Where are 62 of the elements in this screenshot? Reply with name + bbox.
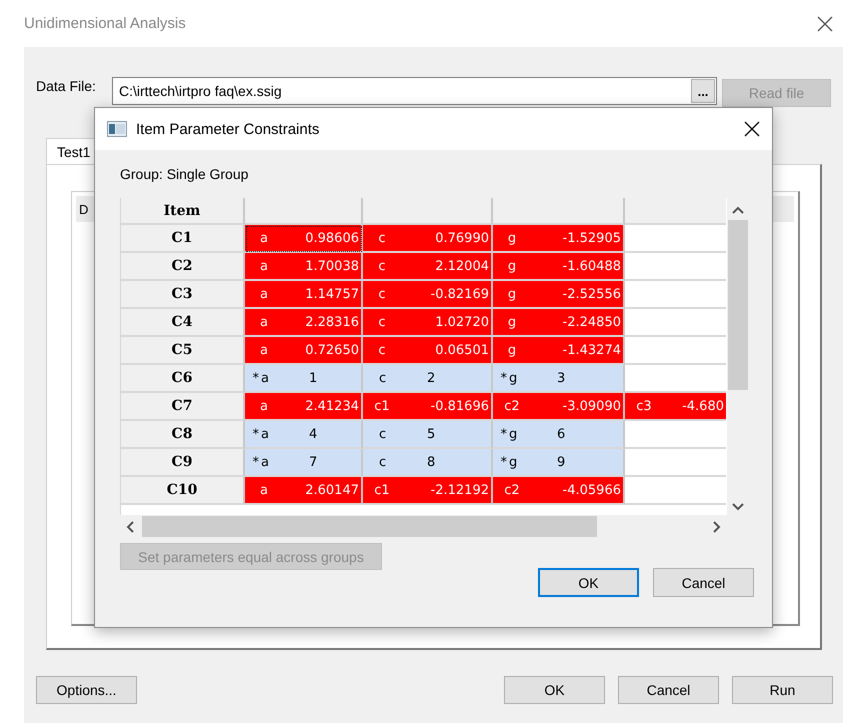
table-cell[interactable]: *a 1 <box>245 365 363 393</box>
scroll-down-icon[interactable] <box>732 503 744 511</box>
scroll-right-icon[interactable] <box>713 520 721 532</box>
dialog-title: Item Parameter Constraints <box>136 120 320 138</box>
row-header: C3 <box>121 281 245 309</box>
table-cell[interactable]: *a 4 <box>245 421 363 449</box>
table-cell[interactable]: g -1.60488 <box>493 253 625 281</box>
row-header: C8 <box>121 421 245 449</box>
table-cell[interactable]: a 2.41234 <box>245 393 363 421</box>
row-header: C1 <box>121 225 245 253</box>
table-cell[interactable]: *g 3 <box>493 365 625 393</box>
dialog-button[interactable]: OK <box>504 676 605 704</box>
table-cell[interactable]: g -1.52905 <box>493 225 625 253</box>
table-cell[interactable]: c 1.02720 <box>363 309 493 337</box>
table-cell[interactable]: c3 -4.680 <box>625 393 726 421</box>
table-cell[interactable]: c 0.06501 <box>363 337 493 365</box>
table-cell[interactable]: g -1.43274 <box>493 337 625 365</box>
table-cell[interactable]: a 0.72650 <box>245 337 363 365</box>
table-cell[interactable]: c1 -0.81696 <box>363 393 493 421</box>
scroll-up-icon[interactable] <box>732 206 744 214</box>
dialog-button[interactable]: OK <box>538 568 639 597</box>
table-cell[interactable]: a 2.60147 <box>245 477 363 505</box>
table-cell[interactable]: a 0.98606 <box>245 225 363 253</box>
browse-button[interactable]: ... <box>691 79 715 103</box>
row-header: C2 <box>121 253 245 281</box>
close-icon[interactable] <box>817 16 833 32</box>
table-cell[interactable]: c2 -4.05966 <box>493 477 625 505</box>
table-cell[interactable]: *g 6 <box>493 421 625 449</box>
table-cell[interactable]: *a 7 <box>245 449 363 477</box>
data-file-field[interactable]: C:\irttech\irtpro faq\ex.ssig ... <box>112 77 717 105</box>
dialog-button[interactable]: Run <box>732 676 833 704</box>
data-file-label: Data File: <box>36 77 97 94</box>
row-header: C4 <box>121 309 245 337</box>
row-header: C6 <box>121 365 245 393</box>
table-cell[interactable]: c 0.76990 <box>363 225 493 253</box>
table-cell[interactable]: a 1.14757 <box>245 281 363 309</box>
dialog-button[interactable]: Cancel <box>653 568 754 597</box>
row-header: C5 <box>121 337 245 365</box>
dialog-button[interactable]: Cancel <box>618 676 719 704</box>
row-header: C9 <box>121 449 245 477</box>
table-cell[interactable]: g -2.24850 <box>493 309 625 337</box>
inner-tab[interactable]: D <box>79 202 88 216</box>
table-cell[interactable]: c 2 <box>363 365 493 393</box>
column-header: Item <box>121 198 245 225</box>
table-cell[interactable]: c 2.12004 <box>363 253 493 281</box>
close-icon[interactable] <box>744 121 760 137</box>
table-cell[interactable]: c 8 <box>363 449 493 477</box>
table-cell[interactable]: c2 -3.09090 <box>493 393 625 421</box>
group-label: Group: Single Group <box>120 166 250 184</box>
table-cell[interactable]: g -2.52556 <box>493 281 625 309</box>
window-icon <box>107 121 127 137</box>
scroll-left-icon[interactable] <box>126 520 134 532</box>
row-header: C10 <box>121 477 245 505</box>
table-cell[interactable]: a 2.28316 <box>245 309 363 337</box>
options-button[interactable]: Options... <box>36 676 137 704</box>
row-header: C7 <box>121 393 245 421</box>
table-cell[interactable]: a 1.70038 <box>245 253 363 281</box>
table-cell[interactable]: c 5 <box>363 421 493 449</box>
table-cell[interactable]: c1 -2.12192 <box>363 477 493 505</box>
table-cell[interactable]: c -0.82169 <box>363 281 493 309</box>
table-cell[interactable]: *g 9 <box>493 449 625 477</box>
window-title: Unidimensional Analysis <box>24 15 187 32</box>
